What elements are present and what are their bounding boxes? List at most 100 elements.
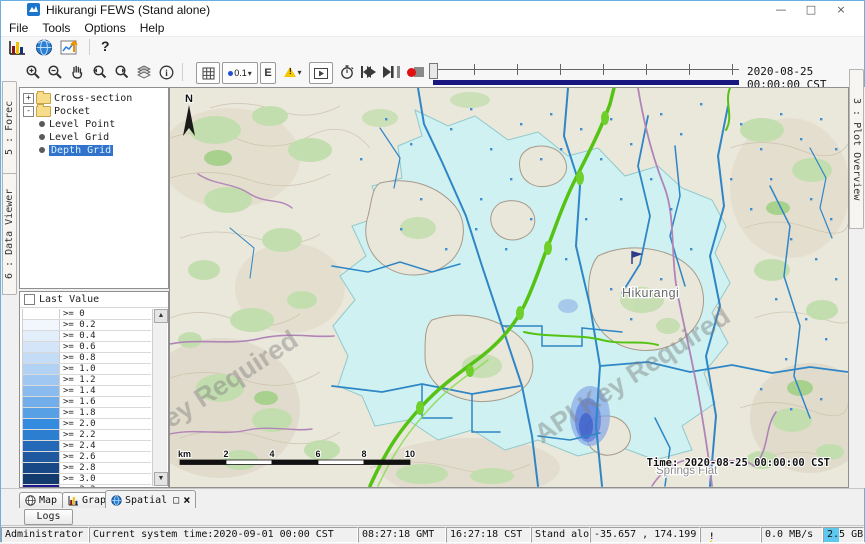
database-explorer-icon[interactable] <box>7 39 27 56</box>
svg-text:i: i <box>165 68 168 78</box>
app-icon <box>27 3 40 16</box>
logs-button[interactable]: Logs <box>24 509 73 525</box>
tree-node-label-selected[interactable]: Depth Grid <box>49 145 113 156</box>
folder-icon <box>36 106 51 117</box>
layers-icon[interactable] <box>134 62 154 82</box>
status-gmt-time: 08:27:18 GMT <box>358 527 446 543</box>
timeline-handle[interactable] <box>429 63 438 79</box>
tab-close-icon[interactable]: × <box>183 493 190 507</box>
status-system-time: Current system time:2020-09-01 00:00 CST <box>89 527 358 543</box>
tree-node-label[interactable]: Level Grid <box>49 132 109 143</box>
layer-tree: + Cross-section - Pocket Level Point Lev… <box>19 87 169 289</box>
tree-node-label[interactable]: Pocket <box>54 106 90 117</box>
spatial-display-icon[interactable] <box>60 39 80 56</box>
last-value-label: Last Value <box>39 294 99 305</box>
status-download-speed: 0.0 MB/s <box>761 527 823 543</box>
legend-swatch <box>23 320 60 330</box>
tree-node-level-point[interactable]: Level Point <box>23 118 168 130</box>
legend-swatch <box>23 353 60 363</box>
legend-label: >= 0.6 <box>60 342 151 352</box>
timeline-period-bar <box>433 80 739 85</box>
tree-node-pocket[interactable]: - Pocket <box>23 105 168 117</box>
legend-label: >= 1.6 <box>60 397 151 407</box>
decimal-precision-dropdown[interactable]: 0.1 ▾ <box>222 62 258 84</box>
tab-maximize-icon[interactable]: □ <box>173 495 179 506</box>
close-button[interactable]: × <box>826 1 856 19</box>
status-warning-cell[interactable] <box>700 527 761 543</box>
toolbar-separator <box>182 63 183 81</box>
menu-options[interactable]: Options <box>84 21 125 35</box>
timeline-slider[interactable] <box>429 61 741 83</box>
legend-swatch <box>23 375 60 385</box>
help-button[interactable]: ? <box>101 38 110 54</box>
scroll-down-icon[interactable]: ▼ <box>154 472 168 486</box>
map-view[interactable]: API Key Required API Key Required Hikura… <box>169 87 849 488</box>
tab-data-viewer[interactable]: 6 : Data Viewer <box>2 173 17 295</box>
legend-panel: Last Value >= 0 >= 0.2 >= 0.4 >= 0.6 >= … <box>19 291 169 488</box>
grid-toggle-icon[interactable] <box>196 62 220 84</box>
legend-swatch <box>23 463 60 473</box>
menu-tools[interactable]: Tools <box>42 21 70 35</box>
info-icon[interactable]: i <box>156 62 176 82</box>
map-display-globe-icon[interactable] <box>34 39 54 56</box>
legend-label: >= 1.8 <box>60 408 151 418</box>
svg-text:4: 4 <box>269 449 274 459</box>
label-hikurangi: Hikurangi <box>622 286 679 300</box>
zoom-next-icon[interactable] <box>111 62 131 82</box>
warning-triangle-icon <box>704 529 718 543</box>
pan-hand-icon[interactable] <box>67 62 87 82</box>
record-button[interactable] <box>407 68 416 77</box>
tree-node-level-grid[interactable]: Level Grid <box>23 131 168 143</box>
scroll-up-icon[interactable]: ▲ <box>154 309 168 323</box>
minimize-button[interactable]: — <box>766 1 796 19</box>
tab-spatial[interactable]: Spatial □ × <box>105 490 196 509</box>
next-frame-button[interactable] <box>383 66 393 78</box>
main-toolbar: ? <box>1 37 864 58</box>
chevron-down-icon: ▾ <box>297 68 301 77</box>
legend-swatch <box>23 397 60 407</box>
menu-file[interactable]: File <box>9 21 28 35</box>
legend-label: >= 0.8 <box>60 353 151 363</box>
zoom-previous-icon[interactable] <box>89 62 109 82</box>
memory-label: 2.5 GB <box>827 529 863 540</box>
animation-movie-button[interactable] <box>309 62 333 84</box>
previous-frame-button[interactable] <box>361 66 371 78</box>
legend-label: >= 0.2 <box>60 320 151 330</box>
legend-label: >= 1.0 <box>60 364 151 374</box>
tab-map[interactable]: Map <box>19 492 63 508</box>
status-coordinates: -35.657 , 174.199 <box>590 527 700 543</box>
zoom-out-icon[interactable] <box>45 62 65 82</box>
title-bar: Hikurangi FEWS (Stand alone) — □ × <box>1 1 864 20</box>
tree-node-cross-section[interactable]: + Cross-section <box>23 92 168 104</box>
legend-scrollbar[interactable]: ▲ ▼ <box>152 309 167 486</box>
collapse-icon[interactable]: - <box>23 106 34 117</box>
legend-label: >= 2.6 <box>60 452 151 462</box>
tree-node-depth-grid[interactable]: Depth Grid <box>23 144 168 156</box>
tab-forecasts[interactable]: 5 : Forec <box>2 81 17 175</box>
tab-map-label: Map <box>39 495 57 506</box>
scale-unit: km <box>178 449 191 459</box>
globe-wire-icon <box>25 495 36 506</box>
menu-bar: File Tools Options Help <box>1 19 864 37</box>
svg-text:6: 6 <box>315 449 320 459</box>
zoom-in-icon[interactable] <box>23 62 43 82</box>
expand-icon[interactable]: + <box>23 93 34 104</box>
legend-swatch <box>23 364 60 374</box>
legend-swatch <box>23 408 60 418</box>
tree-node-label[interactable]: Cross-section <box>54 93 132 104</box>
legend-label: >= 2.2 <box>60 430 151 440</box>
legend-swatch <box>23 430 60 440</box>
thresholds-warning-dropdown[interactable]: ▾ <box>279 62 307 82</box>
status-bar: Administrator Current system time:2020-0… <box>1 525 864 544</box>
legend-toggle-button[interactable]: E <box>260 62 276 84</box>
tree-node-label[interactable]: Level Point <box>49 119 115 130</box>
toolbar-separator <box>89 39 90 55</box>
tab-spatial-label: Spatial <box>125 495 167 506</box>
logs-row: Logs <box>1 508 864 525</box>
legend-swatch <box>23 386 60 396</box>
last-value-checkbox[interactable] <box>24 294 35 305</box>
maximize-button[interactable]: □ <box>796 1 826 19</box>
menu-help[interactable]: Help <box>140 21 165 35</box>
map-canvas[interactable]: API Key Required API Key Required Hikura… <box>170 88 848 487</box>
tab-plot-overview[interactable]: 3 : Plot Overview <box>849 69 864 229</box>
